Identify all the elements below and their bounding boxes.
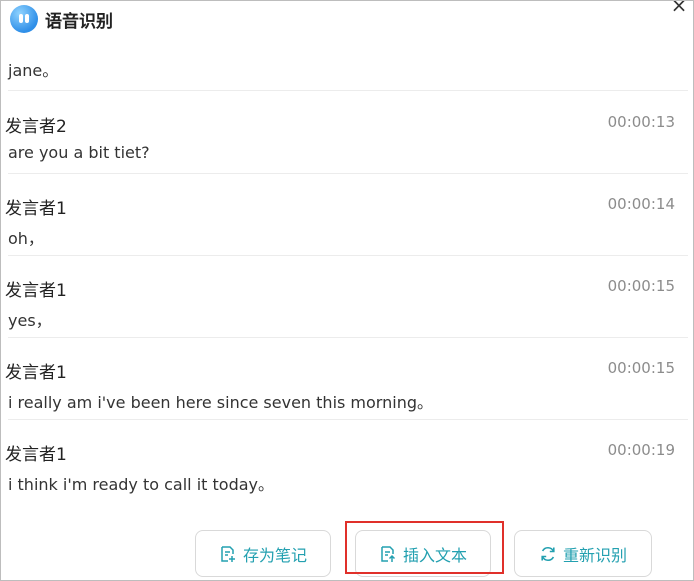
divider [8, 337, 688, 338]
close-icon[interactable]: × [669, 1, 689, 15]
transcript-item: 发言者1 00:00:15 i really am i've been here… [1, 347, 693, 429]
speaker-name: 发言者2 [5, 117, 67, 137]
timestamp: 00:00:13 [607, 113, 675, 131]
speaker-name: 发言者1 [5, 363, 67, 383]
re-recognize-button[interactable]: 重新识别 [514, 530, 652, 577]
highlight-box [345, 521, 504, 574]
transcript-item: 发言者1 00:00:19 i think i'm ready to call … [1, 429, 693, 511]
transcript-text: i think i'm ready to call it today。 [8, 475, 275, 494]
transcript-item: 发言者1 00:00:14 oh， [1, 183, 693, 265]
note-plus-icon [221, 545, 235, 562]
title-bar: 语音识别 × [1, 1, 693, 41]
transcript-item: 发言者2 00:00:13 are you a bit tiet? [1, 101, 693, 183]
speaker-name: 发言者1 [5, 281, 67, 301]
transcript-text: oh， [8, 229, 44, 248]
re-recognize-label: 重新识别 [562, 545, 627, 565]
timestamp: 00:00:15 [607, 277, 675, 295]
app-icon-eye-left [19, 14, 23, 23]
save-as-note-label: 存为笔记 [242, 545, 307, 565]
timestamp: 00:00:19 [607, 441, 675, 459]
divider [8, 255, 688, 256]
divider [8, 419, 688, 420]
transcript-partial-line: jane。 [8, 61, 59, 80]
speech-recognition-window: 语音识别 × jane。 发言者2 00:00:13 are you a bit… [0, 0, 694, 581]
voice-assistant-icon [10, 5, 38, 33]
divider [8, 90, 688, 91]
speaker-name: 发言者1 [5, 445, 67, 465]
divider [8, 173, 688, 174]
transcript-text: yes， [8, 311, 52, 330]
timestamp: 00:00:14 [607, 195, 675, 213]
transcript-item: 发言者1 00:00:15 yes， [1, 265, 693, 347]
window-title: 语音识别 [45, 12, 113, 32]
save-as-note-button[interactable]: 存为笔记 [195, 530, 331, 577]
transcript-text: i really am i've been here since seven t… [8, 393, 433, 412]
timestamp: 00:00:15 [607, 359, 675, 377]
refresh-icon [541, 546, 555, 561]
speaker-name: 发言者1 [5, 199, 67, 219]
app-icon-eye-right [25, 14, 29, 23]
transcript-text: are you a bit tiet? [8, 143, 150, 162]
